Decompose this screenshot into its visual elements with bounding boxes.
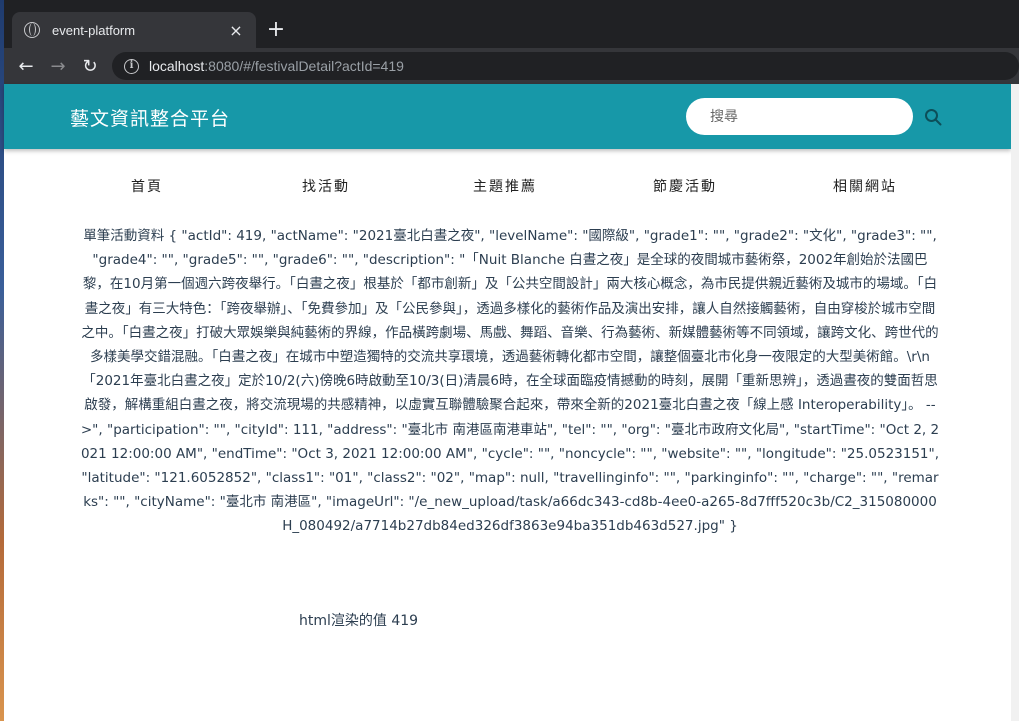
app-header: 藝文資訊整合平台 [4, 84, 1011, 149]
tab-title: event-platform [52, 22, 136, 38]
activity-raw-data: 單筆活動資料 { "actId": 419, "actName": "2021臺… [80, 228, 940, 535]
search-input[interactable] [686, 98, 913, 135]
reload-icon[interactable]: ↻ [74, 56, 106, 77]
nav-item-theme-recommend[interactable]: 主題推薦 [473, 176, 537, 196]
browser-toolbar: ← → ↻ i localhost:8080/#/festivalDetail?… [4, 48, 1019, 84]
forward-arrow-icon[interactable]: → [42, 56, 74, 77]
site-brand[interactable]: 藝文資訊整合平台 [70, 104, 230, 131]
new-tab-icon[interactable]: + [264, 18, 288, 42]
nav-item-festivals[interactable]: 節慶活動 [653, 176, 717, 196]
nav-item-home[interactable]: 首頁 [131, 176, 163, 196]
url-text[interactable]: localhost:8080/#/festivalDetail?actId=41… [149, 58, 404, 74]
url-host: localhost [149, 58, 205, 74]
rendered-value-text: html渲染的值 419 [299, 613, 419, 629]
nav-item-related-sites[interactable]: 相關網站 [833, 176, 897, 196]
address-bar[interactable]: i localhost:8080/#/festivalDetail?actId=… [112, 52, 1019, 80]
search-icon[interactable] [924, 108, 942, 126]
browser-tab[interactable]: event-platform × [12, 12, 256, 48]
tab-strip: event-platform × + [4, 0, 1019, 48]
scrollbar-track[interactable] [1011, 84, 1019, 721]
browser-window: event-platform × + ← → ↻ i localhost:808… [4, 0, 1019, 721]
globe-icon [24, 22, 40, 38]
info-icon[interactable]: i [124, 58, 139, 74]
close-icon[interactable]: × [226, 21, 246, 40]
nav-item-find-events[interactable]: 找活動 [302, 176, 350, 196]
url-path: :8080/#/festivalDetail?actId=419 [204, 58, 404, 74]
back-arrow-icon[interactable]: ← [10, 56, 42, 77]
main-nav: 首頁 找活動 主題推薦 節慶活動 相關網站 [4, 176, 1011, 200]
